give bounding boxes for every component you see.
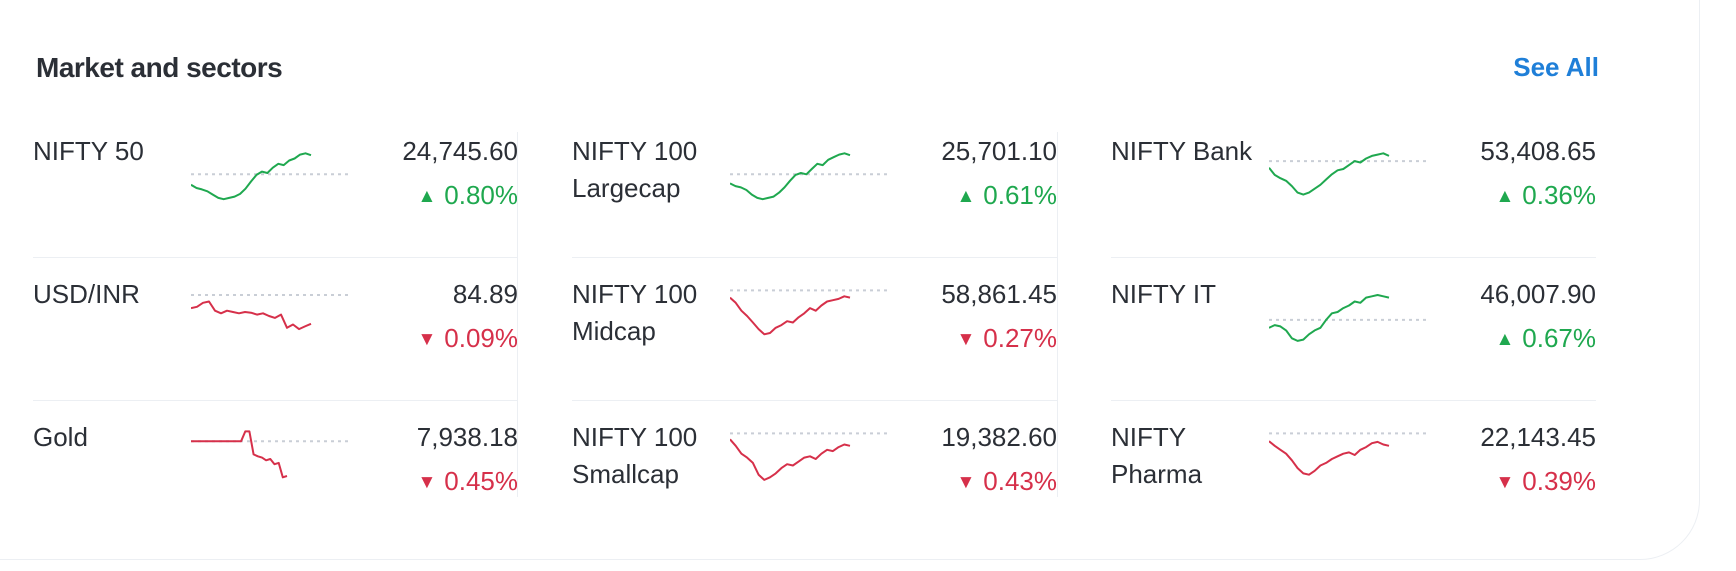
market-item-name: NIFTY Bank — [1111, 136, 1253, 166]
market-item-name: Gold — [33, 422, 88, 452]
market-item-name: USD/INR — [33, 279, 140, 309]
market-item-value: 58,861.45 — [941, 279, 1057, 309]
change-percent: 0.45% — [444, 466, 518, 496]
market-item-nifty-50[interactable]: NIFTY 50 24,745.60 ▲ 0.80% — [33, 115, 518, 258]
market-item-change: ▼ 0.09% — [417, 320, 518, 360]
market-item-change: ▲ 0.80% — [417, 177, 518, 217]
change-percent: 0.43% — [983, 466, 1057, 496]
market-item-nifty-100-midcap[interactable]: NIFTY 100 Midcap 58,861.45 ▼ 0.27% — [572, 258, 1057, 401]
sparkline-chart — [730, 289, 890, 336]
market-item-change: ▼ 0.39% — [1495, 463, 1596, 503]
market-item-value: 25,701.10 — [941, 136, 1057, 166]
market-item-nifty-100-largecap[interactable]: NIFTY 100 Largecap 25,701.10 ▲ 0.61% — [572, 115, 1057, 258]
change-percent: 0.61% — [983, 180, 1057, 210]
market-item-name: NIFTY 100 Midcap — [572, 279, 698, 346]
triangle-down-icon: ▼ — [956, 472, 976, 493]
column-divider — [1057, 132, 1058, 497]
sparkline-chart — [191, 430, 351, 479]
triangle-down-icon: ▼ — [417, 329, 437, 350]
market-item-usd-inr[interactable]: USD/INR 84.89 ▼ 0.09% — [33, 258, 518, 401]
triangle-down-icon: ▼ — [417, 472, 437, 493]
market-column-2: NIFTY 100 Largecap 25,701.10 ▲ 0.61% NIFTY 1… — [572, 115, 1057, 544]
sparkline-chart — [730, 432, 890, 481]
market-item-value: 7,938.18 — [416, 422, 518, 452]
sparkline-series — [1269, 152, 1390, 196]
market-item-name: NIFTY 100 Smallcap — [572, 422, 698, 489]
market-item-change: ▲ 0.36% — [1495, 177, 1596, 217]
sparkline-series — [730, 295, 851, 336]
sparkline-chart — [1269, 432, 1429, 476]
sparkline-chart — [191, 152, 351, 201]
market-column-1: NIFTY 50 24,745.60 ▲ 0.80% USD/INR 84.89 ▼ 0.09… — [33, 115, 518, 544]
change-percent: 0.36% — [1522, 180, 1596, 210]
market-item-nifty-it[interactable]: NIFTY IT 46,007.90 ▲ 0.67% — [1111, 258, 1596, 401]
triangle-up-icon: ▲ — [417, 186, 437, 207]
market-item-nifty-bank[interactable]: NIFTY Bank 53,408.65 ▲ 0.36% — [1111, 115, 1596, 258]
triangle-up-icon: ▲ — [956, 186, 976, 207]
market-item-change: ▼ 0.27% — [956, 320, 1057, 360]
market-item-value: 19,382.60 — [941, 422, 1057, 452]
sparkline-series — [730, 152, 851, 201]
market-item-value: 53,408.65 — [1480, 136, 1596, 166]
change-percent: 0.80% — [444, 180, 518, 210]
market-item-name: NIFTY 50 — [33, 136, 144, 166]
sparkline-series — [730, 438, 851, 481]
triangle-up-icon: ▲ — [1495, 329, 1515, 350]
market-item-value: 24,745.60 — [402, 136, 518, 166]
sparkline-series — [191, 152, 312, 201]
market-item-nifty-100-smallcap[interactable]: NIFTY 100 Smallcap 19,382.60 ▼ 0.43% — [572, 401, 1057, 544]
market-item-name: NIFTY IT — [1111, 279, 1216, 309]
market-column-3: NIFTY Bank 53,408.65 ▲ 0.36% NIFTY IT 46,007.… — [1111, 115, 1596, 544]
change-percent: 0.67% — [1522, 323, 1596, 353]
market-item-name: NIFTY Pharma — [1111, 422, 1203, 489]
sparkline-series — [1269, 440, 1390, 476]
market-item-value: 46,007.90 — [1480, 279, 1596, 309]
market-item-value: 84.89 — [452, 279, 518, 309]
market-item-change: ▲ 0.67% — [1495, 320, 1596, 360]
market-item-change: ▲ 0.61% — [956, 177, 1057, 217]
market-item-gold[interactable]: Gold 7,938.18 ▼ 0.45% — [33, 401, 518, 544]
change-percent: 0.09% — [444, 323, 518, 353]
change-percent: 0.39% — [1522, 466, 1596, 496]
section-title: Market and sectors — [36, 52, 283, 83]
column-divider — [517, 132, 518, 497]
see-all-link[interactable]: See All — [1513, 52, 1599, 83]
sparkline-series — [1269, 294, 1390, 342]
sparkline-chart — [191, 293, 351, 331]
market-item-nifty-pharma[interactable]: NIFTY Pharma 22,143.45 ▼ 0.39% — [1111, 401, 1596, 544]
change-percent: 0.27% — [983, 323, 1057, 353]
market-item-name: NIFTY 100 Largecap — [572, 136, 698, 203]
sparkline-chart — [730, 152, 890, 201]
sparkline-chart — [1269, 294, 1429, 342]
market-item-value: 22,143.45 — [1480, 422, 1596, 452]
sparkline-series — [191, 430, 288, 479]
sparkline-chart — [1269, 152, 1429, 196]
triangle-up-icon: ▲ — [1495, 186, 1515, 207]
market-item-change: ▼ 0.45% — [417, 463, 518, 503]
triangle-down-icon: ▼ — [956, 329, 976, 350]
triangle-down-icon: ▼ — [1495, 472, 1515, 493]
market-item-change: ▼ 0.43% — [956, 463, 1057, 503]
sparkline-series — [191, 300, 312, 331]
market-and-sectors-card: Market and sectors See All NIFTY 50 24,74… — [0, 0, 1700, 560]
